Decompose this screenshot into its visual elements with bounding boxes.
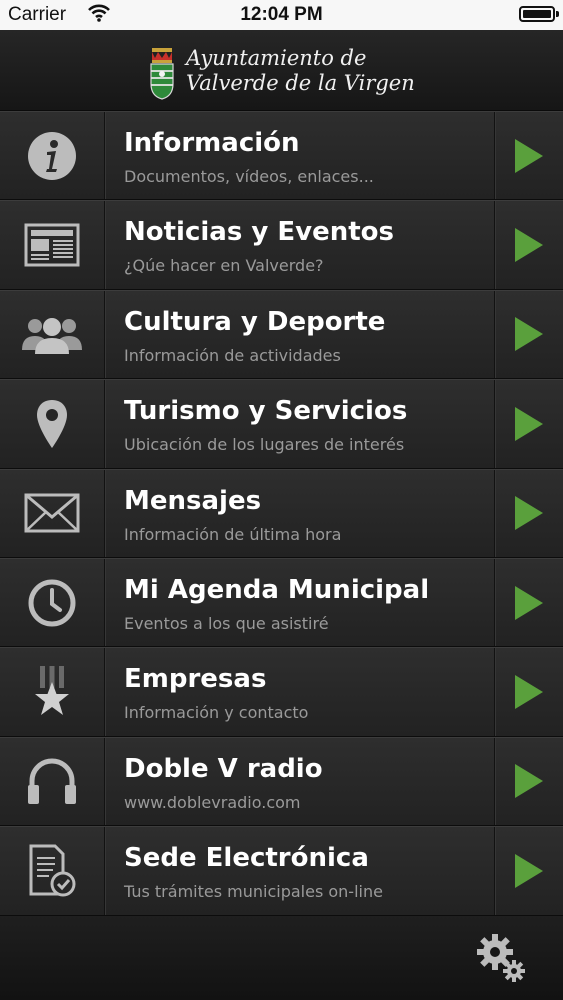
headphones-icon: [28, 759, 76, 805]
menu-item-subtitle: Información y contacto: [124, 703, 309, 723]
menu-item-cultura[interactable]: Cultura y Deporte Información de activid…: [0, 289, 563, 380]
header-title-line2: Valverde de la Virgen: [186, 71, 415, 95]
menu-item-title: Mensajes: [124, 485, 262, 516]
clock-time: 12:04 PM: [240, 4, 323, 25]
header-title-line1: Ayuntamiento de: [186, 46, 367, 70]
menu-item-radio[interactable]: Doble V radio www.doblevradio.com: [0, 736, 563, 827]
location-pin-icon: [37, 399, 67, 448]
battery-icon: [519, 6, 559, 22]
newspaper-icon: [24, 223, 80, 267]
menu-item-title: Información: [124, 128, 300, 158]
play-arrow-icon: [515, 675, 543, 710]
play-arrow-icon: [515, 764, 543, 799]
envelope-icon: [24, 493, 80, 533]
play-arrow-icon: [515, 585, 543, 620]
menu-item-agenda[interactable]: Mi Agenda Municipal Eventos a los que as…: [0, 557, 563, 648]
menu-item-subtitle: Tus trámites municipales on-line: [124, 882, 383, 902]
coat-of-arms-icon: [150, 48, 174, 100]
play-arrow-icon: [515, 138, 543, 173]
menu-item-informacion[interactable]: Información Documentos, vídeos, enlaces.…: [0, 111, 563, 201]
menu-item-subtitle: Ubicación de los lugares de interés: [124, 435, 405, 455]
info-icon: [28, 131, 76, 180]
menu-item-title: Doble V radio: [124, 753, 323, 784]
menu-item-subtitle: Información de última hora: [124, 524, 342, 544]
menu-item-turismo[interactable]: Turismo y Servicios Ubicación de los lug…: [0, 379, 563, 469]
menu-item-subtitle: www.doblevradio.com: [124, 792, 301, 812]
status-bar: Carrier 12:04 PM: [0, 0, 563, 30]
clock-icon: [28, 579, 76, 627]
app-header: Ayuntamiento de Valverde de la Virgen: [0, 30, 563, 111]
menu-item-title: Cultura y Deporte: [124, 306, 386, 337]
play-arrow-icon: [515, 496, 543, 531]
star-badge-icon: [35, 666, 69, 716]
menu-item-noticias[interactable]: Noticias y Eventos ¿Qúe hacer en Valverd…: [0, 200, 563, 290]
menu-item-title: Noticias y Eventos: [124, 217, 394, 248]
menu-item-subtitle: ¿Qúe hacer en Valverde?: [124, 256, 324, 276]
menu-item-title: Empresas: [124, 664, 267, 695]
menu-item-subtitle: Información de actividades: [124, 345, 341, 365]
play-arrow-icon: [515, 317, 543, 352]
menu-item-empresas[interactable]: Empresas Información y contacto: [0, 647, 563, 737]
footer-bar: [0, 916, 563, 1000]
menu-item-title: Turismo y Servicios: [124, 396, 408, 427]
menu-item-sede[interactable]: Sede Electrónica Tus trámites municipale…: [0, 826, 563, 916]
menu-item-subtitle: Eventos a los que asistiré: [124, 613, 329, 633]
menu-item-title: Mi Agenda Municipal: [124, 574, 430, 605]
header-title: Ayuntamiento de Valverde de la Virgen: [186, 46, 415, 96]
main-menu: Información Documentos, vídeos, enlaces.…: [0, 111, 563, 916]
play-arrow-icon: [515, 228, 543, 263]
play-arrow-icon: [515, 853, 543, 888]
people-icon: [22, 318, 82, 355]
play-arrow-icon: [515, 406, 543, 441]
menu-item-subtitle: Documentos, vídeos, enlaces...: [124, 167, 374, 186]
menu-item-mensajes[interactable]: Mensajes Información de última hora: [0, 468, 563, 558]
document-check-icon: [29, 844, 76, 897]
settings-gears-icon[interactable]: [475, 932, 527, 984]
menu-item-title: Sede Electrónica: [124, 843, 369, 874]
